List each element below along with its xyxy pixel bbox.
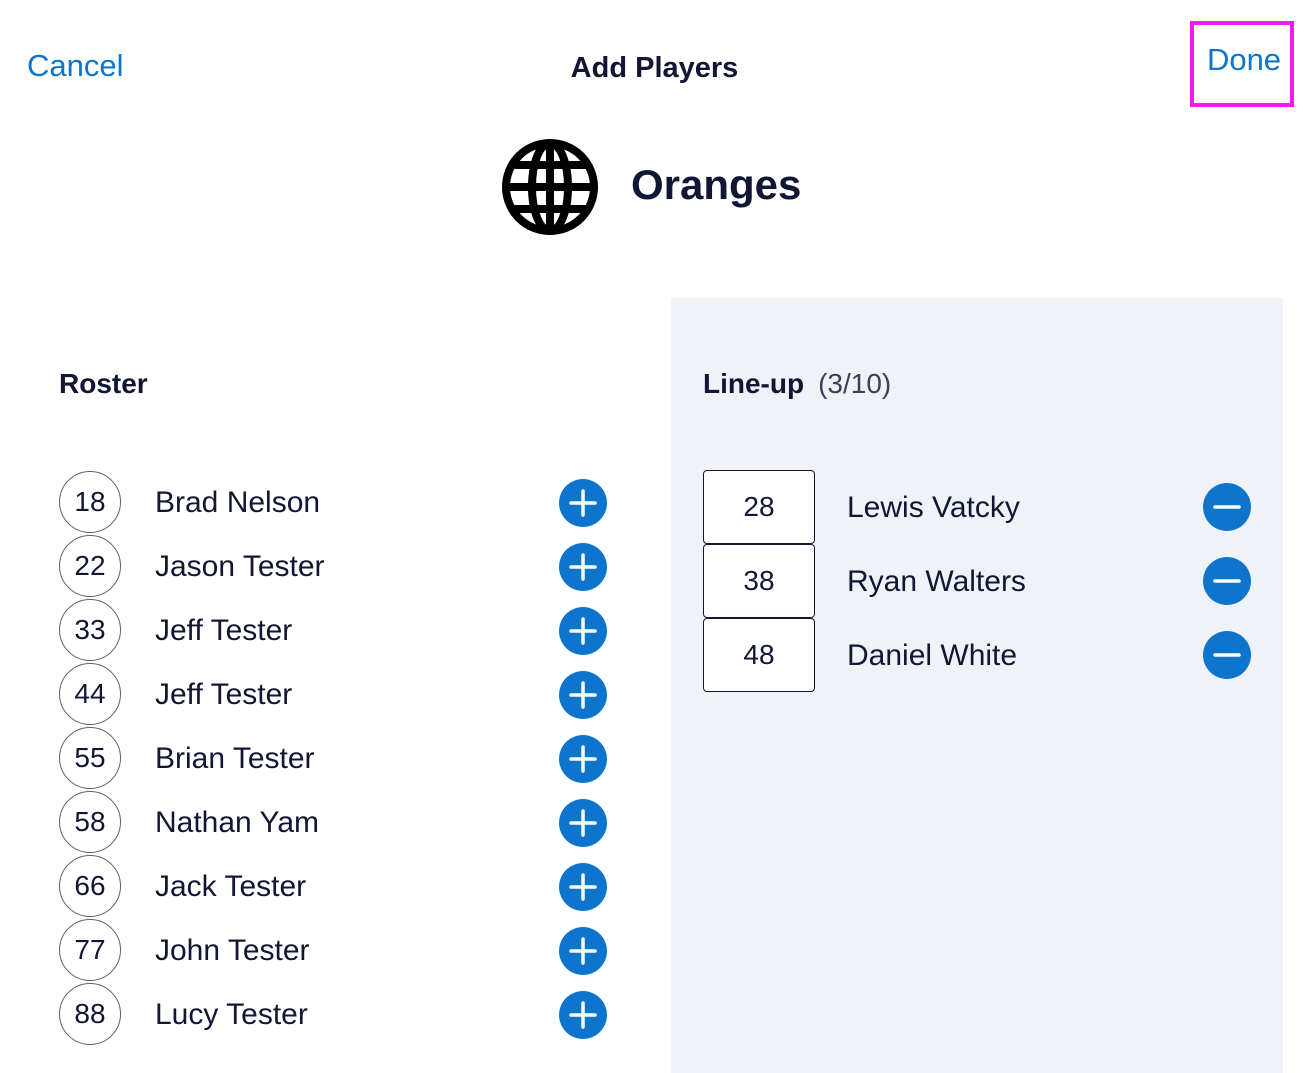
- player-number: 58: [59, 791, 121, 853]
- player-name: Jason Tester: [155, 550, 325, 583]
- lineup-heading-label: Line-up: [703, 368, 805, 399]
- add-player-button[interactable]: [559, 863, 607, 911]
- team-header: Oranges: [500, 137, 801, 237]
- team-name: Oranges: [631, 161, 802, 208]
- player-name: Ryan Walters: [847, 565, 1026, 598]
- roster-heading: Roster: [59, 368, 148, 399]
- player-number: 77: [59, 919, 121, 981]
- roster-row: 18 Brad Nelson: [59, 471, 619, 535]
- lineup-row: 38 Ryan Walters: [703, 544, 1263, 618]
- add-players-screen: Cancel Add Players Done Oranges Roster 1…: [0, 0, 1309, 1073]
- cancel-button[interactable]: Cancel: [27, 48, 124, 84]
- roster-row: 44 Jeff Tester: [59, 663, 619, 727]
- add-player-button[interactable]: [559, 479, 607, 527]
- player-name: Brad Nelson: [155, 486, 321, 519]
- lineup-number-field[interactable]: 48: [703, 618, 815, 692]
- lineup-row: 48 Daniel White: [703, 618, 1263, 692]
- player-number: 55: [59, 727, 121, 789]
- roster-row: 22 Jason Tester: [59, 535, 619, 599]
- add-player-button[interactable]: [559, 543, 607, 591]
- player-name: Lewis Vatcky: [847, 491, 1020, 524]
- done-button-label: Done: [1206, 42, 1282, 77]
- roster-row: 77 John Tester: [59, 919, 619, 983]
- lineup-panel: Line-up (3/10) 28 Lewis Vatcky 38 Ryan Walte…: [671, 298, 1283, 1073]
- minus-circle-icon: [1213, 505, 1241, 509]
- player-name: Nathan Yam: [155, 806, 319, 839]
- player-name: Jeff Tester: [155, 614, 293, 647]
- plus-circle-icon: [569, 873, 597, 901]
- roster-row: 33 Jeff Tester: [59, 599, 619, 663]
- roster-list: 18 Brad Nelson 22 Jason Tester 33 Jeff Tester…: [59, 471, 619, 1047]
- player-name: Daniel White: [847, 639, 1018, 672]
- add-player-button[interactable]: [559, 607, 607, 655]
- plus-circle-icon: [569, 553, 597, 581]
- player-number: 33: [59, 599, 121, 661]
- remove-player-button[interactable]: [1203, 631, 1251, 679]
- lineup-number-field[interactable]: 38: [703, 544, 815, 618]
- plus-circle-icon: [569, 809, 597, 837]
- player-name: Jack Tester: [155, 870, 307, 903]
- lineup-heading: Line-up (3/10): [703, 368, 891, 400]
- lineup-list: 28 Lewis Vatcky 38 Ryan Walters 48 Daniel Whi…: [703, 470, 1263, 692]
- add-player-button[interactable]: [559, 991, 607, 1039]
- plus-circle-icon: [569, 681, 597, 709]
- player-name: Lucy Tester: [155, 998, 308, 1031]
- add-player-button[interactable]: [559, 735, 607, 783]
- lineup-count: (3/10): [818, 368, 892, 399]
- player-number: 66: [59, 855, 121, 917]
- player-name: Brian Tester: [155, 742, 315, 775]
- player-number: 18: [59, 471, 121, 533]
- plus-circle-icon: [569, 489, 597, 517]
- lineup-row: 28 Lewis Vatcky: [703, 470, 1263, 544]
- plus-circle-icon: [569, 745, 597, 773]
- player-number: 88: [59, 983, 121, 1045]
- globe-icon: [502, 139, 598, 235]
- player-number: 44: [59, 663, 121, 725]
- plus-circle-icon: [569, 617, 597, 645]
- minus-circle-icon: [1213, 653, 1241, 657]
- plus-circle-icon: [569, 1001, 597, 1029]
- remove-player-button[interactable]: [1203, 557, 1251, 605]
- player-name: John Tester: [155, 934, 310, 967]
- page-title: Add Players: [570, 52, 739, 84]
- add-player-button[interactable]: [559, 799, 607, 847]
- roster-row: 88 Lucy Tester: [59, 983, 619, 1047]
- roster-row: 58 Nathan Yam: [59, 791, 619, 855]
- plus-circle-icon: [569, 937, 597, 965]
- player-name: Jeff Tester: [155, 678, 293, 711]
- done-button[interactable]: Done: [1190, 21, 1294, 107]
- roster-row: 66 Jack Tester: [59, 855, 619, 919]
- minus-circle-icon: [1213, 579, 1241, 583]
- player-number: 22: [59, 535, 121, 597]
- lineup-number-field[interactable]: 28: [703, 470, 815, 544]
- remove-player-button[interactable]: [1203, 483, 1251, 531]
- add-player-button[interactable]: [559, 927, 607, 975]
- add-player-button[interactable]: [559, 671, 607, 719]
- roster-row: 55 Brian Tester: [59, 727, 619, 791]
